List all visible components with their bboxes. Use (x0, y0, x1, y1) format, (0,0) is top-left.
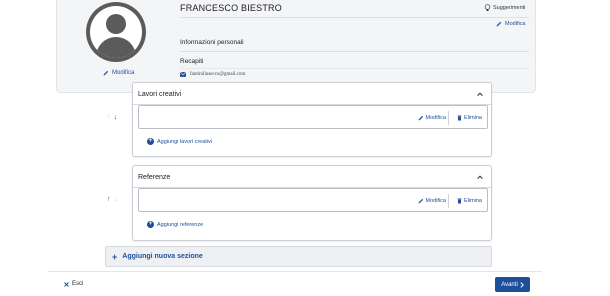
close-icon (64, 281, 69, 287)
exit-label: Esci (72, 281, 84, 287)
next-button[interactable]: Avanti (495, 277, 530, 292)
entry-delete-label: Elimina (463, 115, 482, 121)
suggestions-label: Suggerimenti (493, 5, 526, 11)
divider (180, 68, 529, 69)
section-reorder-controls: ↑ ↓ (107, 114, 117, 121)
suggestions-button[interactable]: Suggerimenti (484, 4, 525, 12)
move-down-icon[interactable]: ↓ (114, 196, 118, 203)
divider (180, 17, 529, 18)
move-up-icon[interactable]: ↑ (107, 114, 111, 121)
profile-edit-button[interactable]: Modifica (496, 21, 525, 27)
plus-icon: + (112, 251, 118, 262)
pencil-icon (496, 21, 502, 27)
contacts-heading: Recapiti (180, 58, 204, 65)
add-new-section-label: Aggiungi nuova sezione (122, 253, 203, 260)
chevron-up-icon[interactable] (476, 173, 484, 181)
add-references-label: Aggiungi referenze (157, 221, 204, 228)
divider (48, 271, 542, 272)
avatar-edit-label: Modifica (112, 70, 135, 76)
divider (180, 51, 529, 52)
plus-circle-icon: + (147, 221, 154, 228)
entry-box[interactable]: Modifica Elimina (138, 188, 488, 212)
entry-delete-button[interactable]: Elimina (457, 198, 482, 204)
pencil-icon (103, 70, 109, 76)
lightbulb-icon (484, 4, 491, 11)
section-title: Referenze (138, 174, 171, 181)
envelope-icon (180, 72, 186, 77)
trash-icon (457, 115, 462, 121)
pencil-icon (418, 198, 423, 204)
avatar-placeholder-icon (90, 6, 142, 58)
section-title: Lavori creativi (138, 91, 182, 98)
entry-edit-label: Modifica (425, 198, 446, 204)
entry-edit-button[interactable]: Modifica (418, 198, 446, 204)
add-creative-works-label: Aggiungi lavori creativi (157, 138, 213, 145)
entry-edit-label: Modifica (425, 115, 446, 121)
avatar-edit-button[interactable]: Modifica (103, 70, 134, 76)
add-references-button[interactable]: + Aggiungi referenze (147, 221, 203, 228)
email-value: fantiniliusecco@gmail.com (190, 72, 246, 77)
move-up-icon[interactable]: ↑ (107, 196, 111, 203)
add-creative-works-button[interactable]: + Aggiungi lavori creativi (147, 138, 212, 145)
next-label: Avanti (501, 281, 518, 288)
profile-name: FRANCESCO BIESTRO (180, 3, 282, 13)
section-references: Referenze Modifica Elimina + Aggiungi re… (132, 165, 492, 241)
section-reorder-controls: ↑ ↓ (107, 196, 117, 203)
divider (448, 194, 449, 208)
entry-box[interactable]: Modifica Elimina (138, 105, 488, 129)
add-new-section-button[interactable]: + Aggiungi nuova sezione (105, 246, 492, 267)
profile-edit-label: Modifica (505, 21, 526, 27)
entry-delete-label: Elimina (463, 198, 482, 204)
email-row: fantiniliusecco@gmail.com (180, 72, 245, 77)
exit-button[interactable]: Esci (64, 281, 83, 287)
section-creative-works: Lavori creativi Modifica Elimina + Aggiu… (132, 82, 492, 157)
divider (448, 111, 449, 125)
plus-circle-icon: + (147, 138, 154, 145)
chevron-right-icon (520, 281, 524, 288)
personal-info-heading: Informazioni personali (180, 39, 244, 46)
entry-edit-button[interactable]: Modifica (418, 115, 446, 121)
pencil-icon (418, 115, 423, 121)
chevron-up-icon[interactable] (476, 90, 484, 98)
entry-delete-button[interactable]: Elimina (457, 115, 482, 121)
trash-icon (457, 198, 462, 204)
move-down-icon[interactable]: ↓ (114, 114, 118, 121)
avatar[interactable] (86, 2, 146, 62)
